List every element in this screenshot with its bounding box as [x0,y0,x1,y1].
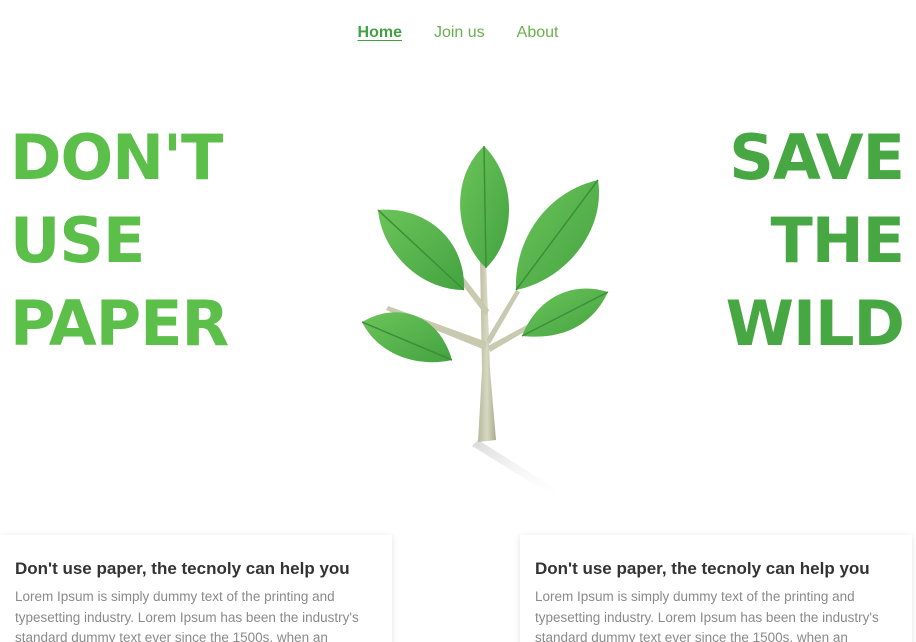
hero-right-line: SAVE [729,121,905,194]
card-title: Don't use paper, the tecnoly can help yo… [535,559,870,578]
hero-right-line: WILD [725,287,905,360]
main-nav: Home Join us About [0,22,916,44]
hero-left-line: USE [10,204,145,277]
card-title: Don't use paper, the tecnoly can help yo… [15,559,350,578]
hero-left-line: DON'T [10,121,223,194]
hero-left-line: PAPER [10,287,229,360]
nav-home-link[interactable]: Home [358,22,402,44]
hero-right-line: THE [770,204,905,277]
info-card: Don't use paper, the tecnoly can help yo… [0,535,392,642]
card-text: Lorem Ipsum is simply dummy text of the … [15,589,359,642]
hero-left-heading: DON'T USE PAPER [10,116,310,365]
tree-icon [361,145,609,498]
nav-about-link[interactable]: About [517,22,559,44]
hero-right-heading: SAVE THE WILD [604,116,905,365]
info-card: Don't use paper, the tecnoly can help yo… [520,535,912,642]
card-text: Lorem Ipsum is simply dummy text of the … [535,589,879,642]
nav-join-us-link[interactable]: Join us [434,22,485,44]
